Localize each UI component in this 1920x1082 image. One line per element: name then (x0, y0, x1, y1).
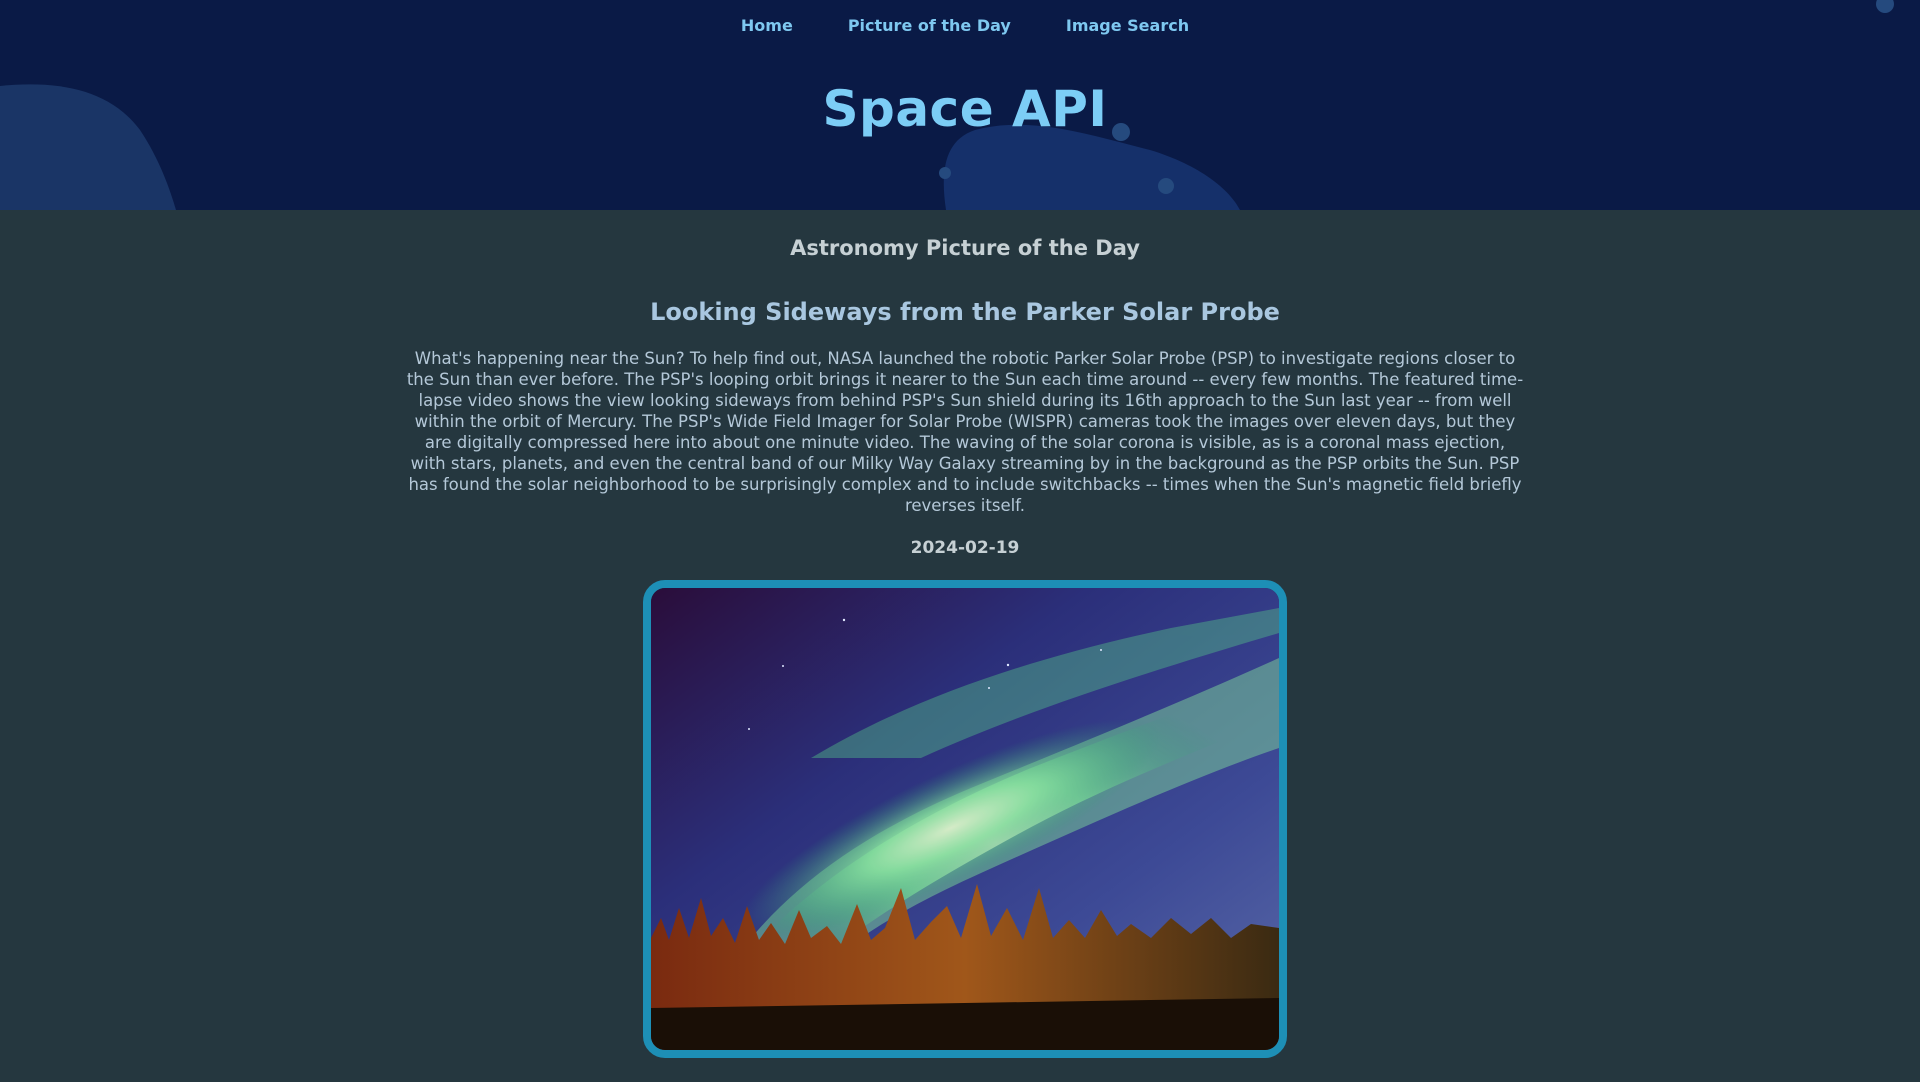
site-title: Space API (822, 80, 1108, 138)
apod-explanation: What's happening near the Sun? To help f… (406, 349, 1524, 515)
apod-date: 2024-02-19 (910, 538, 1020, 558)
main-nav: Home Picture of the Day Image Search (0, 0, 1920, 50)
header-bubble (1158, 178, 1174, 194)
header-bubble (939, 167, 951, 179)
apod-title: Looking Sideways from the Parker Solar P… (650, 298, 1280, 326)
apod-image-frame (643, 580, 1287, 1058)
apod-image (651, 588, 1279, 1050)
section-heading: Astronomy Picture of the Day (790, 236, 1140, 260)
nav-picture-of-the-day-link[interactable]: Picture of the Day (848, 16, 1011, 35)
nav-home-link[interactable]: Home (741, 16, 793, 35)
nav-image-search-link[interactable]: Image Search (1066, 16, 1189, 35)
site-header: Home Picture of the Day Image Search Spa… (0, 0, 1920, 210)
main-content: Astronomy Picture of the Day Looking Sid… (0, 210, 1920, 1058)
